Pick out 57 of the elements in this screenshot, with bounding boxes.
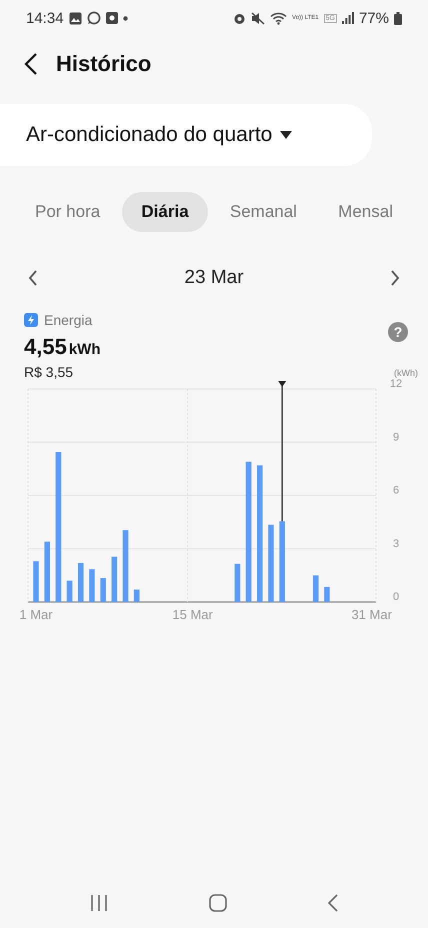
- device-dropdown[interactable]: Ar-condicionado do quarto: [26, 123, 292, 147]
- chart-bar[interactable]: [122, 530, 128, 602]
- chart-bar[interactable]: [324, 586, 330, 602]
- dot-icon: [122, 16, 128, 20]
- axis-label: 3: [392, 538, 400, 550]
- chart-bar[interactable]: [56, 452, 62, 602]
- energy-value: 4,55: [24, 334, 67, 360]
- signal-icon: [342, 12, 354, 24]
- energy-cost: R$ 3,55: [24, 364, 74, 380]
- caret-icon: [280, 131, 292, 139]
- chart-bar[interactable]: [234, 564, 240, 602]
- chart-bar[interactable]: [44, 542, 50, 602]
- page-title: Histórico: [56, 51, 152, 77]
- period-tab[interactable]: Mensal: [319, 192, 412, 232]
- chat-icon: [86, 11, 101, 25]
- chevron-left-icon: [28, 270, 38, 286]
- app-icon: [106, 12, 118, 24]
- status-time: 14:34: [26, 10, 64, 26]
- selection-marker[interactable]: [278, 381, 286, 522]
- lightning-icon: [24, 313, 38, 327]
- axis-label: 12: [390, 378, 402, 390]
- axis-unit: (kWh): [394, 368, 418, 378]
- energy-unit: kWh: [68, 341, 100, 358]
- period-tab[interactable]: Diária: [122, 192, 208, 232]
- chart-bar[interactable]: [112, 556, 118, 602]
- chart-bar[interactable]: [257, 465, 263, 602]
- axis-label: 31 Mar: [351, 607, 392, 622]
- current-date: 23 Mar: [184, 267, 244, 289]
- help-icon[interactable]: ?: [388, 322, 408, 342]
- period-tab[interactable]: Semanal: [210, 192, 316, 232]
- period-tab[interactable]: Por hora: [16, 192, 120, 232]
- back-icon[interactable]: [24, 53, 38, 75]
- mute-icon: [251, 12, 266, 24]
- wifi-icon: [270, 12, 288, 24]
- chart-bar[interactable]: [66, 580, 72, 602]
- alarm-icon: [233, 12, 246, 24]
- chevron-right-icon: [390, 270, 400, 286]
- chart-bar[interactable]: [279, 521, 285, 602]
- gallery-icon: [68, 12, 82, 24]
- home-icon[interactable]: [208, 894, 227, 912]
- chart-bar[interactable]: [78, 562, 84, 602]
- chart-bar[interactable]: [134, 590, 140, 602]
- battery-icon: [394, 12, 402, 24]
- chart-bar[interactable]: [312, 575, 319, 602]
- chart-bar[interactable]: [100, 578, 106, 602]
- axis-label: 0: [392, 591, 400, 603]
- axis-label: 6: [392, 484, 400, 496]
- energy-label: Energia: [44, 312, 92, 328]
- axis-label: 9: [392, 431, 400, 444]
- chart-bar[interactable]: [268, 524, 274, 602]
- axis-label: 1 Mar: [20, 607, 53, 622]
- chart-bar[interactable]: [33, 561, 39, 602]
- axis-label: 15 Mar: [172, 607, 213, 622]
- recent-apps-icon[interactable]: [90, 895, 108, 911]
- battery-percent: 77%: [358, 10, 389, 26]
- chart-bar[interactable]: [89, 569, 95, 602]
- chart-bar[interactable]: [246, 462, 252, 602]
